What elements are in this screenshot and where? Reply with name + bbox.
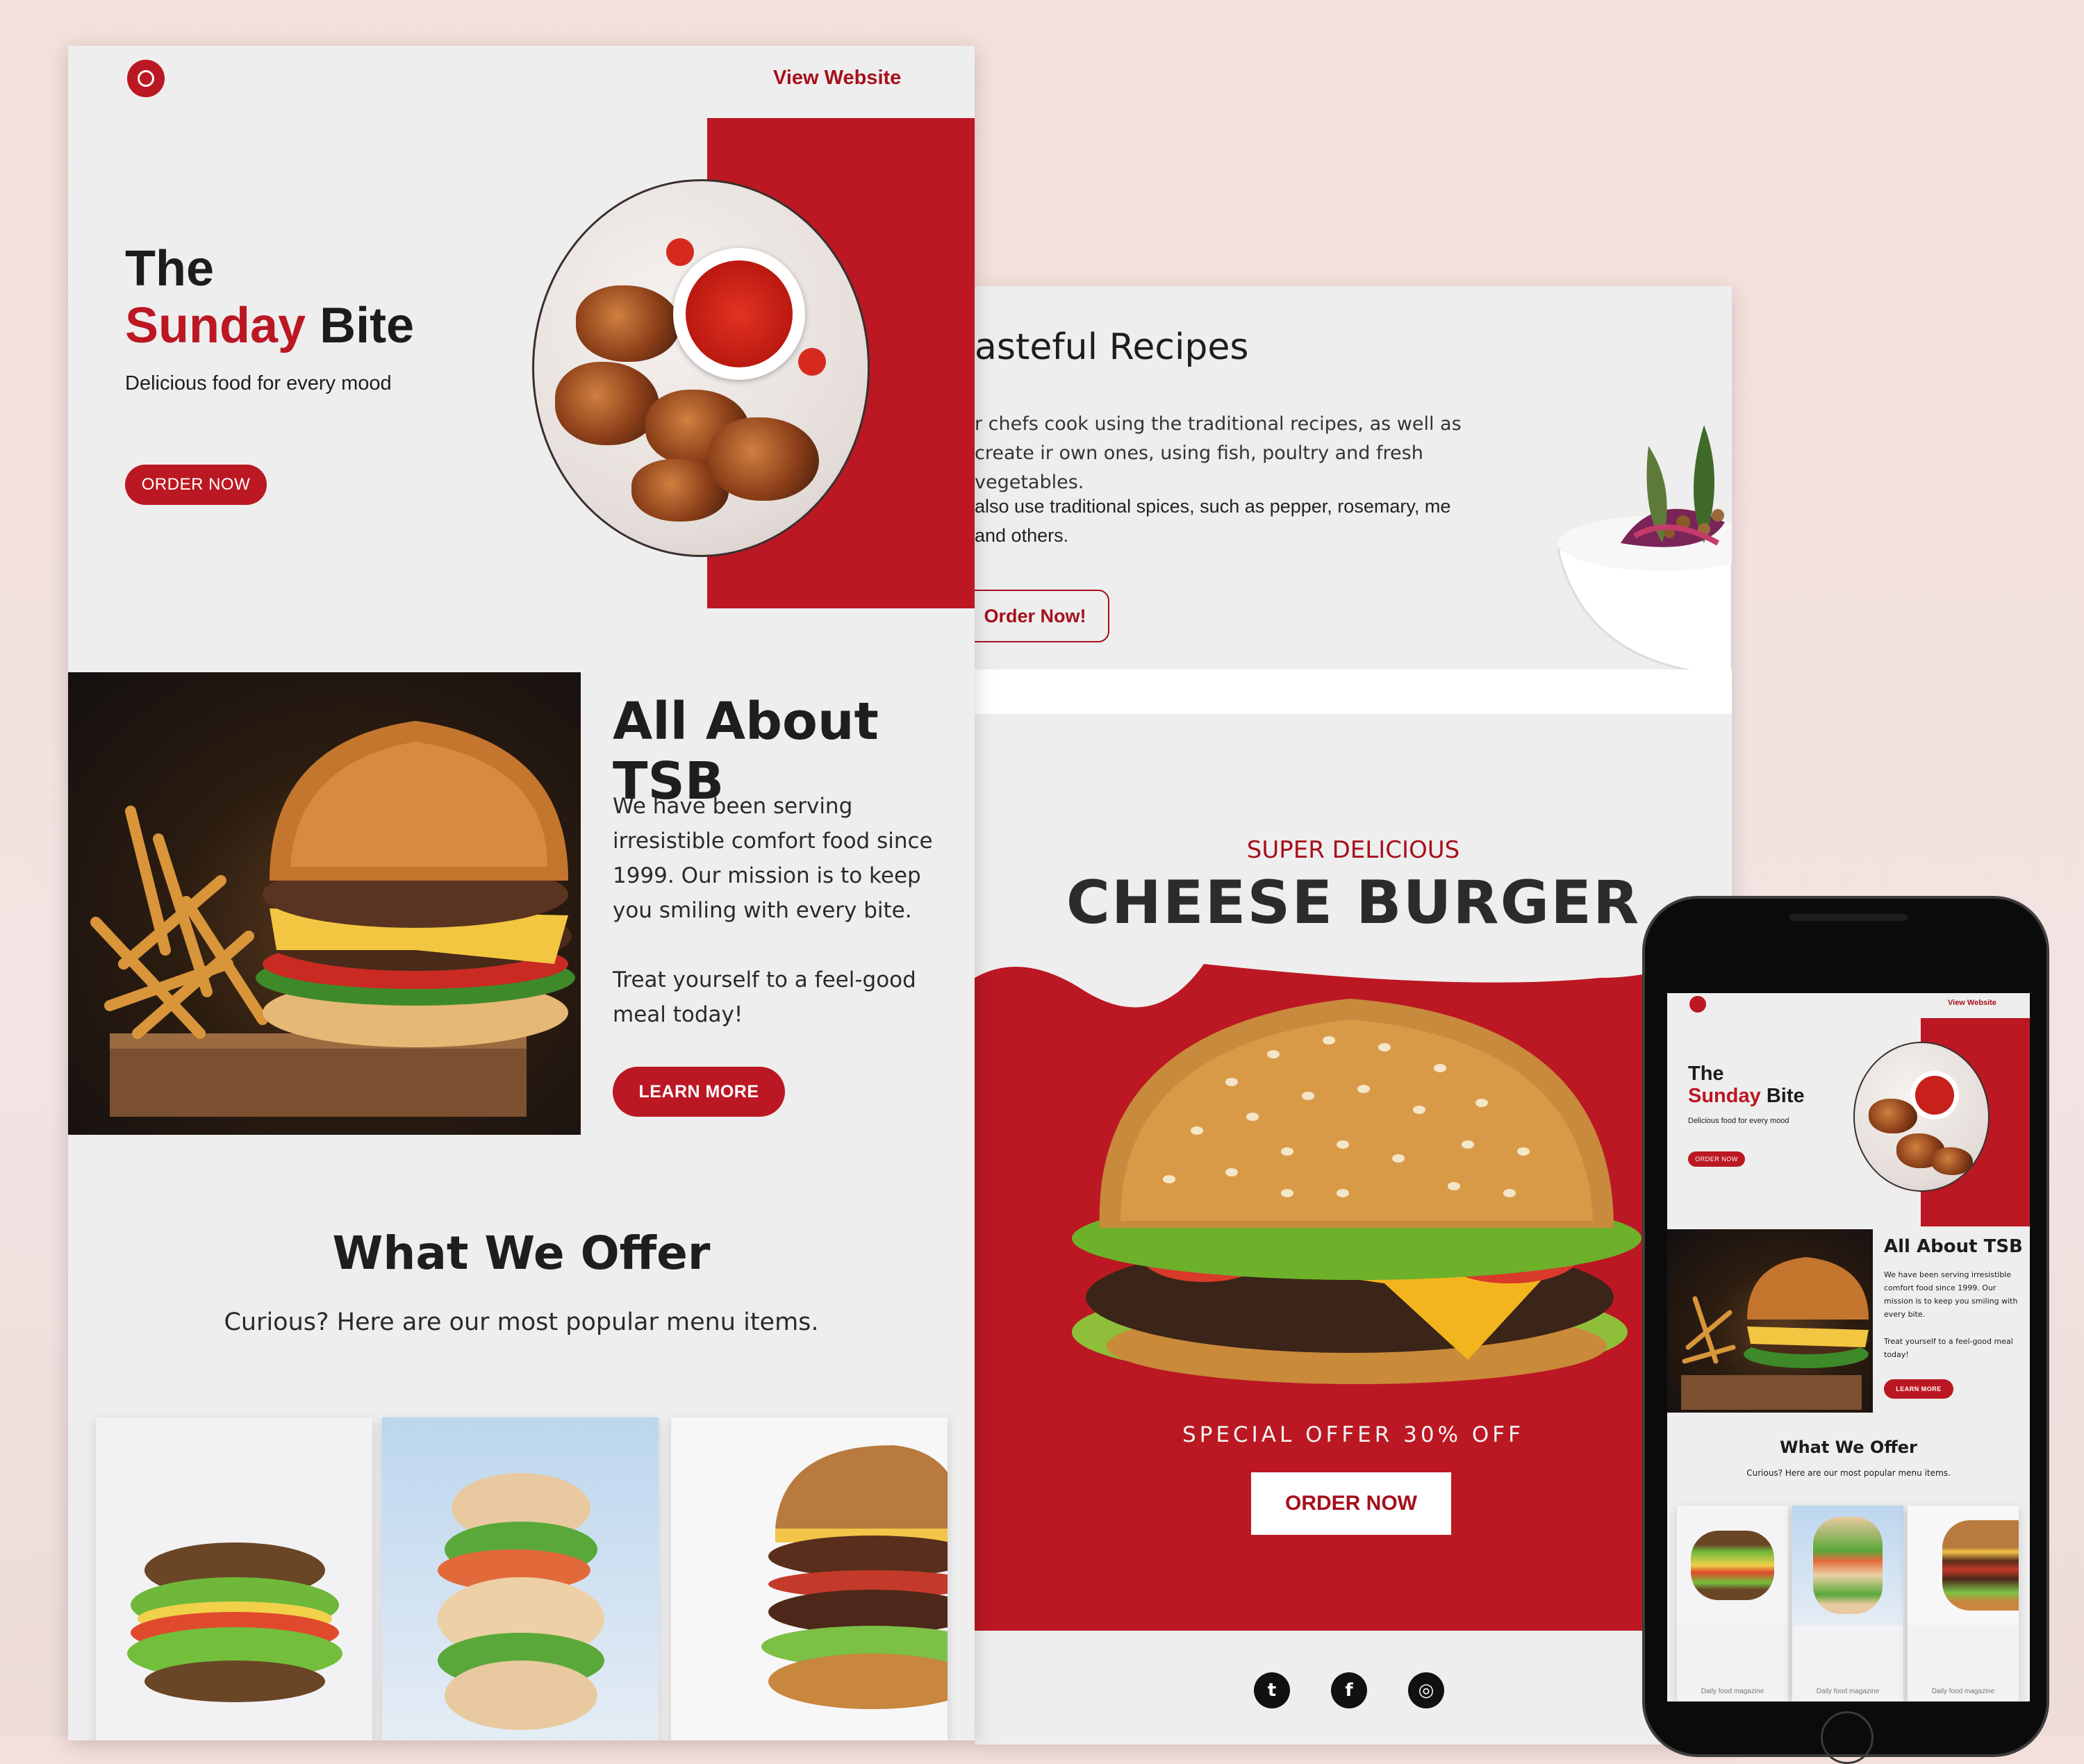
phone-hero-title-line1: The [1688,1063,1724,1085]
recipes-paragraph-1: r chefs cook using the traditional recip… [975,413,1462,493]
promo-section: SUPER DELICIOUS CHEESE BURGER SPECIAL OF… [975,714,1732,1631]
promo-title: CHEESE BURGER [1066,868,1641,938]
chicken-wings-plate-image [532,179,870,557]
phone-hero-title-red: Sunday [1688,1085,1761,1107]
phone-offer-subheading: Curious? Here are our most popular menu … [1746,1468,1951,1478]
instagram-icon[interactable]: ◎ [1408,1672,1444,1708]
burger-fries-image [68,672,581,1135]
promo-order-now-button[interactable]: ORDER NOW [1251,1472,1451,1535]
order-now-outline-button[interactable]: Order Now! [975,590,1109,642]
middle-email-preview: asteful Recipes r chefs cook using the t… [975,286,1732,1745]
phone-hero-title: The Sunday Bite [1688,1063,1805,1107]
phone-about-paragraph-1: We have been serving irresistible comfor… [1884,1270,2018,1319]
hero-title-black: Bite [320,298,415,353]
phone-hero-tagline: Delicious food for every mood [1688,1117,1789,1125]
promo-kicker: SUPER DELICIOUS [1246,836,1460,864]
phone-speaker [1789,914,1908,921]
left-email-preview: View Website The Sunday Bite Delicious f… [68,46,975,1740]
view-website-link[interactable]: View Website [773,67,901,90]
offer-subheading: Curious? Here are our most popular menu … [224,1308,819,1336]
hero-tagline: Delicious food for every mood [125,372,392,394]
phone-menu-item-card[interactable]: Daily food magazine [1677,1506,1788,1701]
recipes-paragraph-2: also use traditional spices, such as pep… [975,496,1451,546]
hero-title: The Sunday Bite [125,240,414,354]
cheese-burger-image [1023,971,1683,1388]
phone-order-now-button[interactable]: ORDER NOW [1688,1151,1745,1167]
learn-more-button[interactable]: LEARN MORE [613,1067,785,1117]
menu-item-card[interactable] [96,1417,372,1740]
phone-menu-item-card[interactable]: Daily food magazine [1908,1506,2019,1701]
menu-item-card[interactable] [382,1417,659,1740]
phone-card-caption: Daily food magazine [1931,1688,1995,1695]
about-paragraph-2: Treat yourself to a feel-good meal today… [613,967,916,1027]
phone-card-caption: Daily food magazine [1816,1688,1880,1695]
phone-burger-fries-image [1667,1229,1873,1413]
phone-wings-plate-image [1853,1042,1990,1192]
phone-home-button[interactable] [1821,1711,1874,1764]
phone-card-caption: Daily food magazine [1701,1688,1764,1695]
phone-menu-item-card[interactable]: Daily food magazine [1792,1506,1903,1701]
sun-logo-icon[interactable] [127,60,165,97]
social-footer: t f ◎ [975,1631,1732,1745]
phone-hero-title-black: Bite [1766,1085,1805,1107]
phone-screen: View Website The Sunday Bite Delicious f… [1667,993,2030,1701]
phone-about-heading: All About TSB [1884,1236,2023,1257]
hero-title-line1: The [125,241,215,297]
phone-mockup: View Website The Sunday Bite Delicious f… [1642,896,2049,1764]
phone-logo-icon[interactable] [1689,996,1706,1013]
twitter-icon[interactable]: t [1254,1672,1290,1708]
phone-view-website-link[interactable]: View Website [1948,999,1996,1007]
facebook-icon[interactable]: f [1331,1672,1367,1708]
phone-about-paragraph-2: Treat yourself to a feel-good meal today… [1884,1337,2013,1359]
phone-learn-more-button[interactable]: LEARN MORE [1884,1379,1953,1399]
offer-heading: What We Offer [332,1226,711,1280]
hero-title-red: Sunday [125,298,306,353]
recipes-section: asteful Recipes r chefs cook using the t… [975,286,1732,676]
salad-bowl-image [1544,404,1732,696]
promo-offer-text: SPECIAL OFFER 30% OFF [1182,1422,1524,1447]
phone-offer-heading: What We Offer [1780,1438,1917,1457]
recipes-heading: asteful Recipes [975,326,1249,368]
section-divider [975,669,1732,714]
about-paragraph-1: We have been serving irresistible comfor… [613,794,933,923]
order-now-button[interactable]: ORDER NOW [125,465,267,505]
menu-item-card[interactable] [671,1417,948,1740]
